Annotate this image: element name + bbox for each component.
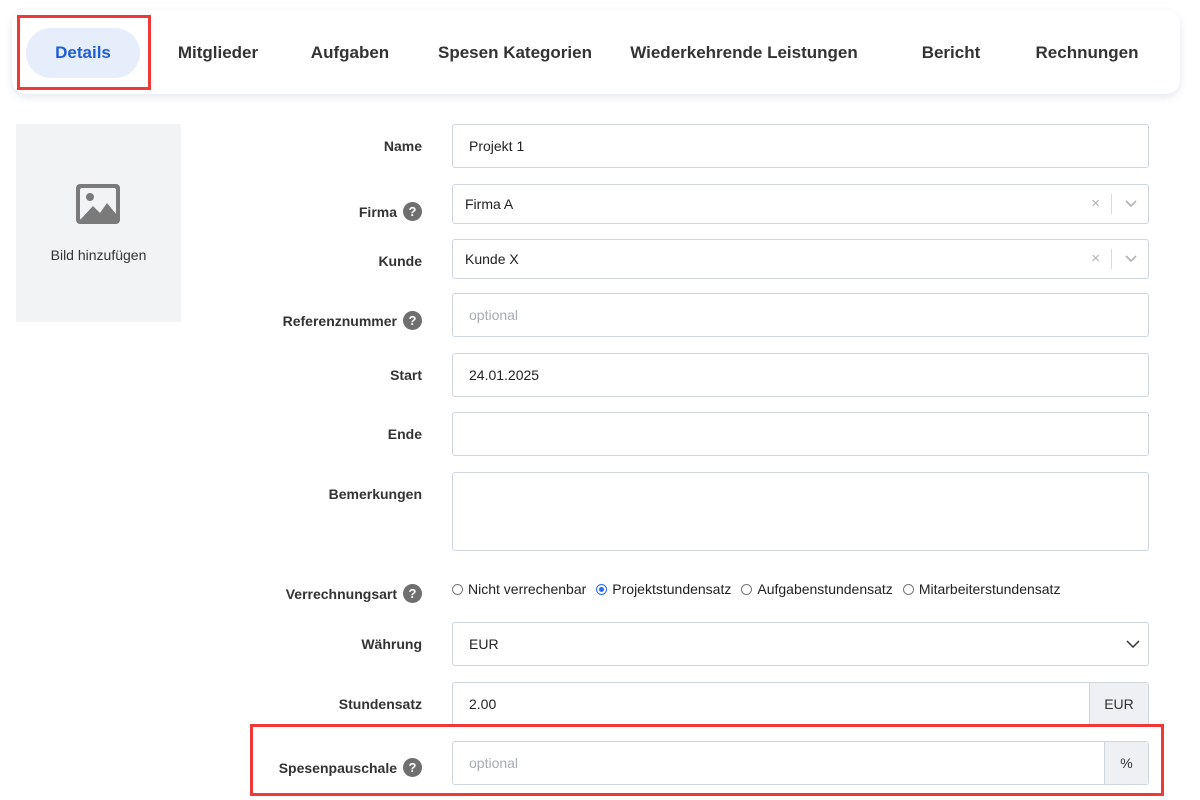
verrechnungsart-radio-group: Nicht verrechenbar Projektstundensatz Au… — [452, 578, 1070, 600]
firma-help-icon[interactable]: ? — [403, 202, 422, 221]
radio-label: Projektstundensatz — [612, 581, 732, 597]
spesenpauschale-input[interactable] — [453, 742, 1106, 784]
tab-aufgaben[interactable]: Aufgaben — [300, 28, 400, 78]
tab-bar: Details Mitglieder Aufgaben Spesen Kateg… — [12, 10, 1180, 94]
referenznummer-input[interactable] — [453, 294, 1148, 336]
tab-rechnungen[interactable]: Rechnungen — [1028, 28, 1146, 78]
kunde-label: Kunde — [378, 253, 422, 269]
bemerkungen-textarea[interactable] — [453, 473, 1148, 550]
waehrung-label: Währung — [361, 636, 422, 652]
add-image-area[interactable]: Bild hinzufügen — [16, 124, 181, 322]
spesenpauschale-help-icon[interactable]: ? — [403, 758, 422, 777]
radio-nicht-verrechenbar[interactable]: Nicht verrechenbar — [452, 581, 586, 597]
bemerkungen-label: Bemerkungen — [328, 486, 422, 502]
referenznummer-field[interactable] — [452, 293, 1149, 337]
radio-aufgabenstundensatz[interactable]: Aufgabenstundensatz — [741, 581, 893, 597]
tab-bericht[interactable]: Bericht — [908, 28, 994, 78]
stundensatz-currency-addon: EUR — [1089, 683, 1148, 725]
select-separator — [1111, 249, 1112, 269]
kunde-value: Kunde X — [465, 251, 519, 267]
chevron-down-icon[interactable] — [1124, 253, 1138, 263]
radio-circle-selected[interactable] — [596, 583, 608, 595]
referenznummer-help-icon[interactable]: ? — [403, 311, 422, 330]
spesenpauschale-label: Spesenpauschale ? — [279, 758, 422, 777]
ende-label: Ende — [387, 426, 422, 442]
radio-circle[interactable] — [452, 583, 463, 595]
name-field[interactable] — [452, 124, 1149, 168]
chevron-down-icon[interactable] — [1126, 639, 1140, 649]
name-input[interactable] — [453, 125, 1148, 167]
tab-wiederkehrende-leistungen[interactable]: Wiederkehrende Leistungen — [626, 28, 862, 78]
stundensatz-input[interactable] — [453, 683, 1091, 725]
tab-spesen-kategorien[interactable]: Spesen Kategorien — [430, 28, 600, 78]
image-placeholder-icon — [76, 184, 120, 224]
firma-label: Firma ? — [359, 202, 422, 221]
bemerkungen-field[interactable] — [452, 472, 1149, 551]
ende-field[interactable] — [452, 412, 1149, 456]
stundensatz-label: Stundensatz — [338, 696, 422, 712]
radio-circle[interactable] — [902, 583, 914, 595]
start-date-input[interactable] — [453, 354, 1148, 396]
add-image-label: Bild hinzufügen — [50, 247, 147, 263]
radio-label: Aufgabenstundensatz — [757, 581, 893, 597]
name-label: Name — [383, 138, 422, 154]
start-label: Start — [390, 367, 422, 383]
select-separator — [1111, 194, 1112, 214]
waehrung-select[interactable]: EUR — [452, 622, 1149, 666]
radio-label: Nicht verrechenbar — [468, 581, 587, 597]
kunde-select[interactable]: Kunde X × — [452, 239, 1149, 279]
firma-value: Firma A — [465, 196, 514, 212]
radio-mitarbeiterstundensatz[interactable]: Mitarbeiterstundensatz — [902, 581, 1061, 597]
start-field[interactable] — [452, 353, 1149, 397]
spesenpauschale-field[interactable]: % — [452, 741, 1149, 785]
clear-icon[interactable]: × — [1091, 240, 1100, 278]
radio-projektstundensatz[interactable]: Projektstundensatz — [596, 581, 731, 597]
radio-circle[interactable] — [741, 583, 753, 595]
chevron-down-icon[interactable] — [1124, 198, 1138, 208]
firma-select[interactable]: Firma A × — [452, 184, 1149, 224]
stundensatz-field[interactable]: EUR — [452, 682, 1149, 726]
waehrung-value: EUR — [469, 636, 499, 652]
verrechnungsart-help-icon[interactable]: ? — [403, 584, 422, 603]
verrechnungsart-label: Verrechnungsart ? — [286, 584, 422, 603]
radio-label: Mitarbeiterstundensatz — [918, 581, 1061, 597]
tab-details[interactable]: Details — [26, 28, 140, 78]
tab-mitglieder[interactable]: Mitglieder — [164, 28, 272, 78]
ende-date-input[interactable] — [453, 413, 1148, 455]
clear-icon[interactable]: × — [1091, 185, 1100, 223]
spesenpauschale-percent-addon: % — [1104, 742, 1148, 784]
referenznummer-label: Referenznummer ? — [283, 311, 422, 330]
